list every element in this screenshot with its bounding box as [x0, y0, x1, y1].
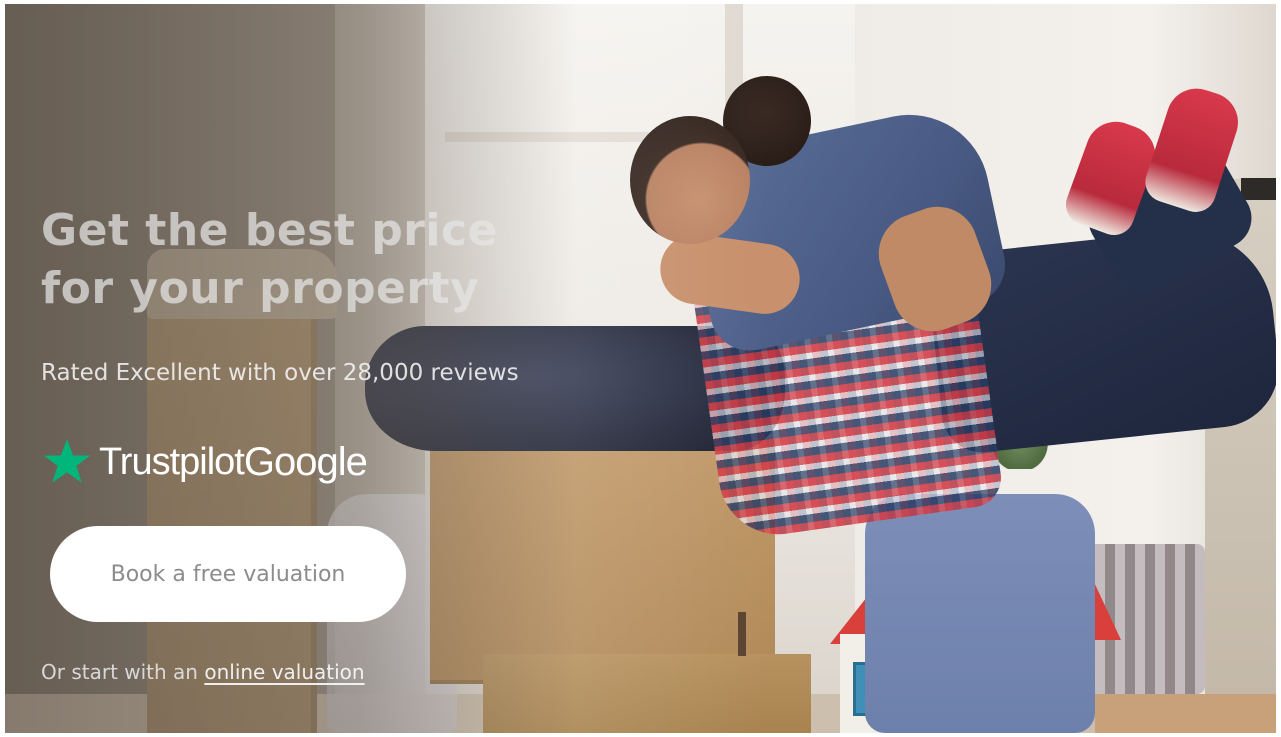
trustpilot-logo: Trustpilot [99, 440, 245, 483]
hero-content: Get the best price for your property Rat… [41, 202, 661, 684]
page-title: Get the best price for your property [41, 202, 661, 318]
rating-text: Rated Excellent with over 28,000 reviews [41, 360, 519, 386]
online-valuation-prompt: Or start with an online valuation [41, 660, 661, 684]
hero-banner: Get the best price for your property Rat… [5, 4, 1276, 733]
online-valuation-link[interactable]: online valuation [204, 660, 364, 684]
headline-line-2: for your property [41, 263, 480, 314]
book-valuation-button[interactable]: Book a free valuation [50, 526, 406, 622]
online-valuation-prefix: Or start with an [41, 660, 198, 684]
google-logo: Google [243, 439, 368, 484]
review-logos: Trustpilot Google [41, 432, 661, 492]
trustpilot-star-icon [43, 439, 91, 483]
headline-line-1: Get the best price [41, 205, 498, 256]
